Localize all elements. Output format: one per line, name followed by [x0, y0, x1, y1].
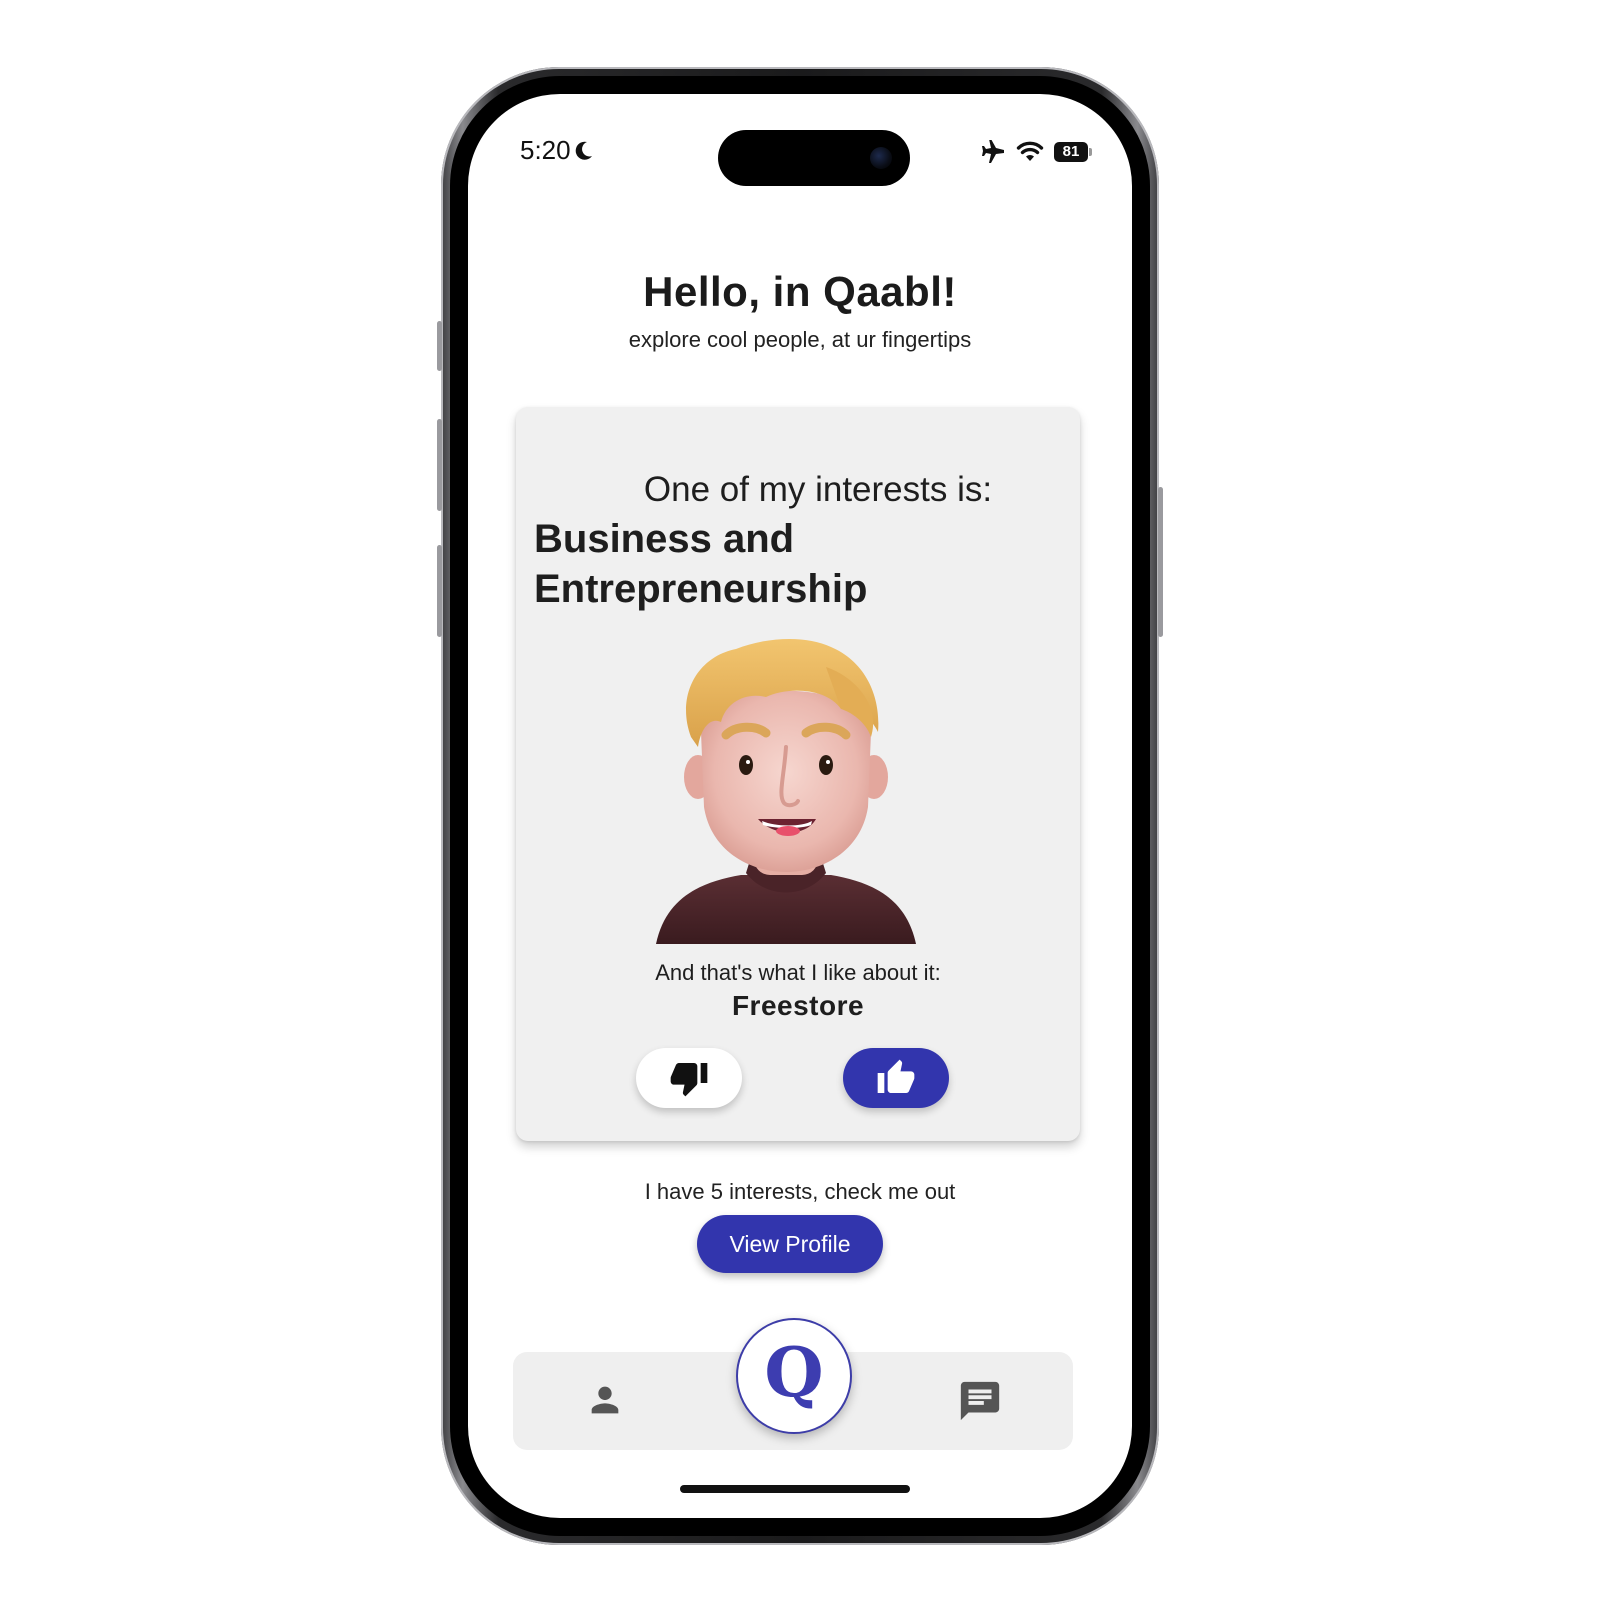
person-icon — [591, 1386, 619, 1414]
thumbs-down-icon — [670, 1063, 708, 1097]
card-like-label: And that's what I like about it: — [655, 960, 941, 985]
nav-home-logo-button[interactable]: Q — [736, 1318, 852, 1434]
interests-count-text: I have 5 interests, check me out — [644, 1179, 956, 1204]
dynamic-island — [718, 130, 910, 186]
battery-level: 81 — [1054, 142, 1088, 162]
page-title: Hello, in Qaabl! — [643, 268, 957, 315]
card-heading: One of my interests is: — [643, 470, 993, 509]
moon-icon — [575, 141, 592, 160]
phone-screen: 5:20 81 Hello, in Qaabl! explore cool pe… — [468, 94, 1132, 1518]
airplane-icon — [982, 140, 1004, 163]
wifi-icon — [1016, 141, 1044, 161]
like-button[interactable] — [843, 1048, 949, 1108]
dislike-button[interactable] — [636, 1048, 742, 1108]
view-profile-button[interactable]: View Profile — [697, 1215, 883, 1273]
status-time-label: 5:20 — [520, 135, 571, 165]
battery-tip — [1089, 148, 1092, 156]
nav-chat-button[interactable] — [957, 1378, 1003, 1429]
interest-card[interactable]: One of my interests is: Business and Ent… — [516, 407, 1080, 1141]
card-interest: Business and Entrepreneurship — [534, 517, 868, 611]
card-like-value: Freestore — [731, 990, 865, 1021]
battery-icon: 81 — [1054, 142, 1092, 162]
q-logo-icon: Q — [764, 1333, 824, 1413]
silent-switch — [437, 321, 442, 371]
chat-icon — [960, 1381, 1000, 1421]
status-time: 5:20 — [520, 135, 593, 166]
thumbs-up-icon — [877, 1059, 915, 1093]
status-right: 81 — [980, 140, 1092, 164]
page-subtitle: explore cool people, at ur fingertips — [628, 327, 972, 352]
power-button — [1158, 487, 1163, 637]
camera-icon — [870, 147, 892, 169]
phone-frame: 5:20 81 Hello, in Qaabl! explore cool pe… — [437, 67, 1163, 1545]
volume-down-button — [437, 545, 442, 637]
volume-up-button — [437, 419, 442, 511]
home-indicator[interactable] — [680, 1485, 910, 1493]
nav-profile-button[interactable] — [585, 1380, 625, 1425]
avatar — [656, 638, 916, 944]
